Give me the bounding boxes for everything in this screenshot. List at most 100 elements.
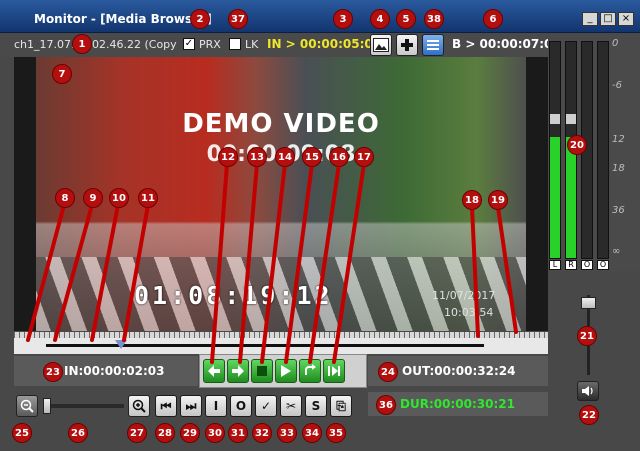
in-out-range (46, 344, 484, 347)
meter-scale-12: 12 (612, 134, 625, 145)
zoom-slider-thumb[interactable] (43, 398, 51, 414)
mute-button[interactable] (577, 381, 599, 401)
callout-9: 9 (83, 188, 103, 208)
prx-checkbox[interactable]: ✓ (183, 38, 195, 50)
callout-27: 27 (127, 423, 147, 443)
play-icon (281, 365, 291, 377)
stop-icon (257, 366, 267, 376)
zoom-slider-track[interactable] (44, 404, 124, 408)
meter-left (549, 41, 561, 259)
callout-28: 28 (155, 423, 175, 443)
zoom-in-icon (132, 399, 146, 413)
callout-35: 35 (326, 423, 346, 443)
callout-18: 18 (462, 190, 482, 210)
demo-watermark: DEMO VIDEO (182, 109, 380, 139)
arrow-right-icon (232, 365, 244, 377)
stop-button[interactable] (251, 359, 273, 383)
clip-name: ch1_17.07. .0.02.46.22 (Copy (14, 38, 177, 51)
meter-label-ch3: O (581, 260, 593, 270)
go-to-in-button[interactable]: ⏮ (155, 395, 177, 417)
callout-17: 17 (354, 147, 374, 167)
meter-scale-6: -6 (612, 80, 622, 91)
duration-timecode: DUR:00:00:30:21 (400, 397, 515, 411)
callout-6: 6 (483, 9, 503, 29)
callout-10: 10 (109, 188, 129, 208)
confirm-button[interactable]: ✓ (255, 395, 277, 417)
callout-13: 13 (247, 147, 267, 167)
mark-in-button[interactable]: I (205, 395, 227, 417)
callout-8: 8 (55, 188, 75, 208)
callout-21: 21 (577, 326, 597, 346)
step-forward-button[interactable] (227, 359, 249, 383)
callout-22: 22 (579, 405, 599, 425)
prx-label: PRX (199, 38, 221, 51)
meter-scale-0: 0 (612, 38, 619, 49)
skip-end-icon (328, 366, 340, 376)
step-back-button[interactable] (203, 359, 225, 383)
image-button[interactable] (370, 34, 392, 56)
meter-scale-18: 18 (612, 163, 625, 174)
image-icon (373, 38, 389, 52)
callout-7: 7 (52, 64, 72, 84)
out-point-timecode: OUT:00:00:32:24 (402, 364, 516, 378)
playhead[interactable] (114, 340, 127, 349)
timeline-scrubber[interactable] (14, 332, 548, 354)
go-to-end-button[interactable] (323, 359, 345, 383)
audio-meters: L R O O (548, 33, 640, 271)
play-button[interactable] (275, 359, 297, 383)
callout-15: 15 (302, 147, 322, 167)
go-to-out-button[interactable]: ⏭ (180, 395, 202, 417)
speaker-icon (582, 386, 593, 396)
callout-1: 1 (72, 34, 92, 54)
callout-14: 14 (275, 147, 295, 167)
callout-11: 11 (138, 188, 158, 208)
title-bar[interactable]: Monitor - [Media Browser] _ □ × (0, 0, 640, 33)
callout-36: 36 (376, 395, 396, 415)
callout-16: 16 (329, 147, 349, 167)
meter-label-r: R (565, 260, 577, 270)
callout-30: 30 (205, 423, 225, 443)
callout-23: 23 (43, 362, 63, 382)
callout-12: 12 (218, 147, 238, 167)
add-button[interactable] (396, 34, 418, 56)
b-timecode: B > 00:00:07:07 (452, 37, 561, 51)
maximize-button[interactable]: □ (600, 12, 616, 26)
callout-33: 33 (277, 423, 297, 443)
zoom-out-icon (20, 399, 34, 413)
burned-in-timecode: 01:08:19:12 (134, 281, 333, 310)
loop-button[interactable] (299, 359, 321, 383)
burned-in-time: 10:03:54 (444, 306, 494, 319)
export-button[interactable]: ⎘ (330, 395, 352, 417)
window-title: Monitor - [Media Browser] (34, 12, 212, 26)
meter-label-ch4: O (597, 260, 609, 270)
lk-label: LK (245, 38, 259, 51)
callout-3: 3 (333, 9, 353, 29)
arrow-left-icon (208, 365, 220, 377)
list-button[interactable] (422, 34, 444, 56)
volume-slider-thumb[interactable] (581, 297, 596, 309)
callout-34: 34 (302, 423, 322, 443)
zoom-out-button[interactable] (16, 395, 38, 417)
callout-5: 5 (396, 9, 416, 29)
meter-ch4 (597, 41, 609, 259)
callout-37: 37 (228, 9, 248, 29)
callout-20: 20 (567, 135, 587, 155)
callout-19: 19 (488, 190, 508, 210)
minimize-button[interactable]: _ (582, 12, 598, 26)
callout-31: 31 (228, 423, 248, 443)
callout-25: 25 (12, 423, 32, 443)
mark-out-button[interactable]: O (230, 395, 252, 417)
lk-checkbox[interactable] (229, 38, 241, 50)
burned-in-date: 11/07/2017 (432, 289, 496, 302)
list-icon (427, 40, 439, 50)
loop-icon (305, 364, 316, 375)
callout-2: 2 (190, 9, 210, 29)
close-button[interactable]: × (618, 12, 634, 26)
meter-scale-36: 36 (612, 205, 625, 216)
in-timecode: IN > 00:00:05:04 (267, 37, 382, 51)
zoom-in-button[interactable] (128, 395, 150, 417)
callout-24: 24 (378, 362, 398, 382)
snap-button[interactable]: S (305, 395, 327, 417)
cut-button[interactable]: ✂ (280, 395, 302, 417)
in-point-panel: IN:00:00:02:03 (14, 356, 198, 386)
